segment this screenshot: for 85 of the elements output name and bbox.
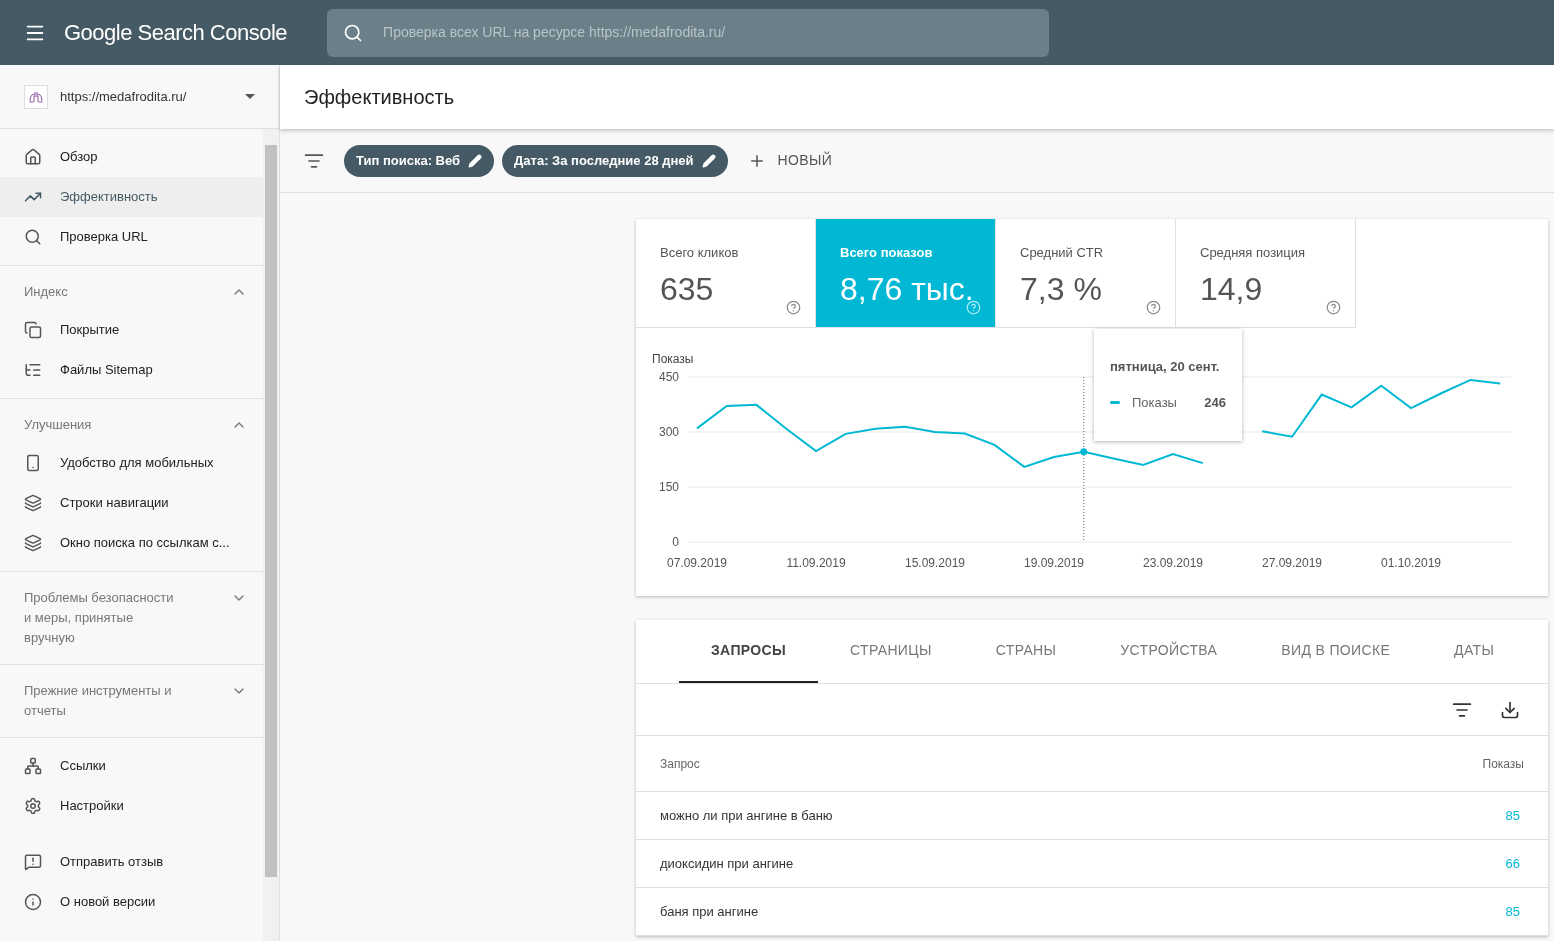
tooltip-date: пятница, 20 сент. <box>1110 358 1221 376</box>
phone-icon <box>24 454 42 472</box>
y-tick-label: 150 <box>658 480 679 494</box>
metric-label: Всего показов <box>840 244 934 262</box>
help-icon[interactable] <box>1146 300 1161 315</box>
query-cell-text: можно ли при ангине в баню <box>660 806 833 825</box>
x-tick-label: 19.09.2019 <box>1023 556 1085 570</box>
y-tick-label: 450 <box>658 370 679 384</box>
x-tick-label: 23.09.2019 <box>1142 556 1204 570</box>
report-tab[interactable]: ДАТЫ <box>1422 620 1527 683</box>
tooltip-value: 246 <box>1204 393 1226 412</box>
metric-tile[interactable]: Средняя позиция 14,9 <box>1176 219 1356 328</box>
section-heading[interactable]: Индекс <box>24 282 182 302</box>
x-tick-label: 11.09.2019 <box>786 556 846 570</box>
metric-value: 7,3 % <box>1020 269 1103 309</box>
nav-item[interactable]: Эффективность <box>0 177 263 217</box>
hover-point <box>1080 448 1088 456</box>
new-filter-button[interactable]: НОВЫЙ <box>747 150 833 171</box>
impressions-cell-text: 85 <box>1505 806 1520 825</box>
search-input[interactable]: Проверка всех URL на ресурсе https://medafrodita.ru/ <box>383 22 1034 43</box>
report-tab[interactable]: УСТРОЙСТВА <box>1088 620 1250 683</box>
section-heading[interactable]: Прежние инструменты и отчеты <box>24 681 182 721</box>
hierarchy-icon <box>24 757 42 775</box>
nav-item[interactable]: Строки навигации <box>0 483 263 523</box>
nav-item[interactable]: Удобство для мобильных <box>0 443 263 483</box>
report-tab[interactable]: СТРАНЫ <box>963 620 1089 683</box>
impressions-cell-text: 66 <box>1505 854 1520 873</box>
x-tick-label: 07.09.2019 <box>666 556 728 570</box>
metric-label: Средняя позиция <box>1200 244 1307 262</box>
tooltip-series: Показы <box>1132 393 1177 412</box>
x-tick-label: 15.09.2019 <box>904 556 966 570</box>
download-icon[interactable] <box>1500 699 1520 720</box>
query-cell-text: диоксидин при ангине <box>660 854 794 873</box>
feedback-icon <box>24 853 42 871</box>
report-tab[interactable]: ВИД В ПОИСКЕ <box>1249 620 1423 683</box>
settings-icon <box>24 797 42 815</box>
y-axis-title: Показы <box>652 352 694 366</box>
search-field[interactable]: Проверка всех URL на ресурсе https://medafrodita.ru/ <box>327 8 1050 57</box>
x-tick-label: 01.10.2019 <box>1380 556 1442 570</box>
metric-label: Средний CTR <box>1020 244 1105 262</box>
section-heading[interactable]: Проблемы безопасности и меры, принятые вручную <box>24 588 182 648</box>
nav-item[interactable]: Проверка URL <box>0 217 263 257</box>
filter-chip[interactable]: Дата: За последние 28 дней <box>502 144 728 177</box>
home-icon <box>24 148 42 166</box>
report-tab[interactable]: СТРАНИЦЫ <box>818 620 964 683</box>
edit-icon <box>701 153 716 168</box>
scrollbar[interactable] <box>263 129 279 941</box>
metric-label: Всего кликов <box>660 244 740 262</box>
tree-icon <box>24 361 42 379</box>
nav-item[interactable]: Ссылки <box>0 746 263 786</box>
column-header[interactable]: Показы <box>1482 754 1524 773</box>
impressions-cell-text: 85 <box>1505 902 1520 921</box>
search-icon <box>343 22 364 43</box>
metric-value: 635 <box>660 269 715 309</box>
help-icon[interactable] <box>786 300 801 315</box>
info-icon <box>24 893 42 911</box>
report-tab[interactable]: ЗАПРОСЫ <box>679 620 819 683</box>
product-logo[interactable]: Google Search Console <box>64 16 288 49</box>
legend-swatch <box>1110 400 1120 404</box>
metric-tile[interactable]: Средний CTR 7,3 % <box>996 219 1176 328</box>
nav-item[interactable]: Обзор <box>0 137 263 177</box>
section-heading[interactable]: Улучшения <box>24 415 182 435</box>
x-tick-label: 27.09.2019 <box>1261 556 1323 570</box>
nav-item[interactable]: Отправить отзыв <box>0 842 263 882</box>
filter-chip[interactable]: Тип поиска: Веб <box>344 144 495 177</box>
dropdown-caret-icon[interactable] <box>245 94 255 99</box>
nav-item[interactable]: Настройки <box>0 786 263 826</box>
layers-icon <box>24 534 42 552</box>
property-selector[interactable]: https://medafrodita.ru/ <box>60 86 233 107</box>
search-icon <box>24 228 42 246</box>
help-icon[interactable] <box>1326 300 1341 315</box>
layers-icon <box>24 494 42 512</box>
nav-item[interactable]: Файлы Sitemap <box>0 350 263 390</box>
metric-value: 8,76 тыс. <box>840 269 971 309</box>
metric-value: 14,9 <box>1200 269 1264 309</box>
y-tick-label: 0 <box>672 535 679 549</box>
pages-icon <box>24 321 42 339</box>
column-header: Запрос <box>660 755 700 773</box>
nav-item[interactable]: Окно поиска по ссылкам с... <box>0 523 263 563</box>
nav-item[interactable]: Покрытие <box>0 310 263 350</box>
nav-item[interactable]: О новой версии <box>0 882 263 922</box>
query-cell-text: баня при ангине <box>660 902 759 921</box>
edit-icon <box>468 153 483 168</box>
y-tick-label: 300 <box>658 425 679 439</box>
page-title: Эффективность <box>304 85 455 110</box>
